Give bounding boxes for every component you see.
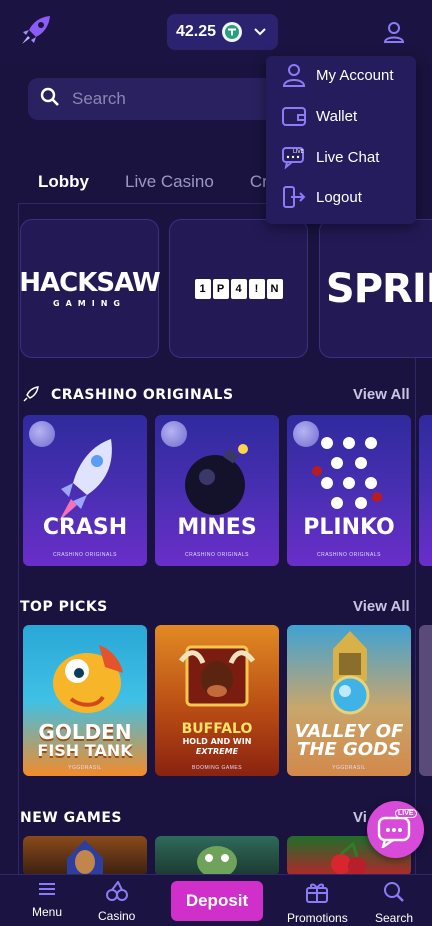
- balance-selector[interactable]: 42.25: [167, 14, 278, 50]
- provider-logo-sprie: SPRIE: [325, 265, 432, 312]
- game-card-partial[interactable]: [419, 415, 432, 566]
- bottom-navigation: Menu Casino Deposit Promotions Search: [0, 874, 432, 926]
- menu-item-live-chat[interactable]: LIVE Live Chat: [282, 142, 379, 172]
- game-title-line1: BUFFALO: [181, 721, 253, 737]
- game-title: PLINKO: [303, 515, 395, 540]
- game-provider: BOOMING GAMES: [191, 765, 243, 771]
- provider-subname: GAMING: [53, 298, 126, 308]
- cherry-icon: [105, 880, 128, 906]
- chevron-down-icon: [254, 23, 266, 41]
- search-icon: [383, 881, 405, 908]
- provider-card-hacksaw[interactable]: HACKSAW GAMING: [20, 219, 161, 358]
- game-card-crash[interactable]: CRASH CRASHINO ORIGINALS: [23, 415, 147, 566]
- logo-cell: 1: [194, 278, 211, 299]
- game-card-mines[interactable]: MINES CRASHINO ORIGINALS: [155, 415, 279, 566]
- game-title-line2: HOLD AND WIN: [182, 737, 252, 746]
- live-badge: LIVE: [395, 809, 417, 818]
- game-provider: CRASHINO ORIGINALS: [184, 552, 249, 558]
- menu-item-wallet[interactable]: Wallet: [282, 101, 357, 131]
- fruit-cherry-icon: [331, 842, 366, 875]
- nav-label: Promotions: [287, 911, 348, 925]
- top-header: 42.25: [0, 0, 432, 64]
- game-title: MINES: [177, 515, 257, 540]
- tab-lobby[interactable]: Lobby: [38, 172, 89, 198]
- rocket-illustration-icon: [59, 439, 112, 521]
- menu-item-logout[interactable]: Logout: [282, 182, 362, 212]
- provider-logo-hacksaw: HACKSAW GAMING: [20, 267, 161, 308]
- view-all-top-picks[interactable]: View All: [353, 598, 410, 615]
- search-input[interactable]: Search: [72, 89, 126, 109]
- nav-label: Menu: [32, 905, 63, 919]
- game-title-line3: EXTREME: [195, 747, 239, 756]
- deposit-button[interactable]: Deposit: [171, 881, 263, 921]
- game-card-buffalo[interactable]: BUFFALO HOLD AND WIN EXTREME BOOMING GAM…: [155, 625, 279, 776]
- provider-card-sprie[interactable]: SPRIE: [319, 219, 432, 358]
- game-title: CRASH: [42, 515, 128, 540]
- menu-item-label: My Account: [316, 66, 394, 84]
- live-chat-icon: LIVE: [282, 145, 306, 169]
- buffalo-illustration-icon: [178, 645, 256, 707]
- game-card-new-2[interactable]: [155, 836, 279, 876]
- game-provider: YGGDRASIL: [68, 765, 102, 771]
- game-provider: CRASHINO ORIGINALS: [52, 552, 117, 558]
- gift-icon: [305, 881, 329, 908]
- nav-promotions[interactable]: Promotions: [287, 881, 348, 925]
- tab-live-casino[interactable]: Live Casino: [125, 172, 214, 198]
- section-title-top-picks: TOP PICKS: [20, 599, 108, 615]
- nav-label: Casino: [98, 909, 136, 923]
- section-title-new-games: NEW GAMES: [20, 810, 123, 826]
- nav-search[interactable]: Search: [375, 881, 413, 925]
- user-account-icon[interactable]: [382, 20, 406, 44]
- provider-carousel: HACKSAW GAMING 1 P 4 ! N SPRIE: [20, 219, 432, 359]
- balance-amount: 42.25: [176, 23, 217, 40]
- live-chat-bubble-button[interactable]: LIVE: [367, 801, 424, 858]
- game-card-new-1[interactable]: [23, 836, 147, 876]
- category-tabs: Lobby Live Casino Cr: [38, 172, 268, 198]
- pharaoh-illustration-icon: [330, 631, 370, 715]
- view-all-new-games[interactable]: Vi: [353, 809, 367, 826]
- wallet-icon: [282, 104, 306, 128]
- game-card-valley-of-the-gods[interactable]: VALLEY OF THE GODS YGGDRASIL: [287, 625, 411, 776]
- nav-label: Search: [375, 911, 414, 925]
- game-provider: CRASHINO ORIGINALS: [316, 552, 381, 558]
- bomb-illustration-icon: [185, 444, 248, 515]
- account-dropdown-menu: My Account Wallet LIVE Live Chat Logout: [266, 56, 416, 224]
- user-icon: [282, 63, 306, 87]
- view-all-originals[interactable]: View All: [353, 386, 410, 403]
- search-icon: [40, 87, 60, 112]
- game-card-plinko[interactable]: PLINKO CRASHINO ORIGINALS: [287, 415, 411, 566]
- plinko-pegs-icon: [312, 437, 382, 509]
- logo-cell: 4: [230, 278, 247, 299]
- rocket-section-icon: [23, 386, 39, 407]
- casino-lobby-page: 42.25 Search My Account Wallet LIVE Live…: [0, 0, 432, 926]
- rocket-logo-icon[interactable]: [20, 14, 54, 46]
- game-title-line2: THE GODS: [297, 739, 401, 760]
- provider-card-1spin4win[interactable]: 1 P 4 ! N: [169, 219, 308, 358]
- pharaoh-headdress-icon: [67, 840, 103, 876]
- hamburger-menu-icon: [37, 881, 57, 902]
- game-title-line2: FISH TANK: [37, 741, 133, 760]
- logo-cell: N: [266, 278, 283, 299]
- nav-menu[interactable]: Menu: [32, 881, 62, 919]
- svg-text:LIVE: LIVE: [293, 149, 304, 155]
- game-card-golden-fish-tank[interactable]: GOLDEN FISH TANK YGGDRASIL: [23, 625, 147, 776]
- menu-item-my-account[interactable]: My Account: [282, 60, 394, 90]
- provider-logo-1spin4win: 1 P 4 ! N: [194, 278, 283, 299]
- zombie-dog-icon: [197, 846, 237, 876]
- provider-name: HACKSAW: [20, 267, 161, 298]
- game-provider: YGGDRASIL: [332, 765, 366, 771]
- game-card-partial[interactable]: [419, 625, 432, 776]
- logout-icon: [282, 185, 306, 209]
- logo-cell: !: [248, 278, 265, 299]
- menu-item-label: Live Chat: [316, 148, 380, 166]
- section-title-originals: CRASHINO ORIGINALS: [51, 387, 234, 403]
- golden-fish-illustration-icon: [53, 645, 123, 713]
- tether-coin-icon: [222, 22, 243, 42]
- moon-decoration: [29, 421, 55, 447]
- logo-cell: P: [212, 278, 229, 299]
- menu-item-label: Logout: [316, 188, 362, 206]
- nav-casino[interactable]: Casino: [98, 880, 136, 923]
- menu-item-label: Wallet: [316, 107, 358, 125]
